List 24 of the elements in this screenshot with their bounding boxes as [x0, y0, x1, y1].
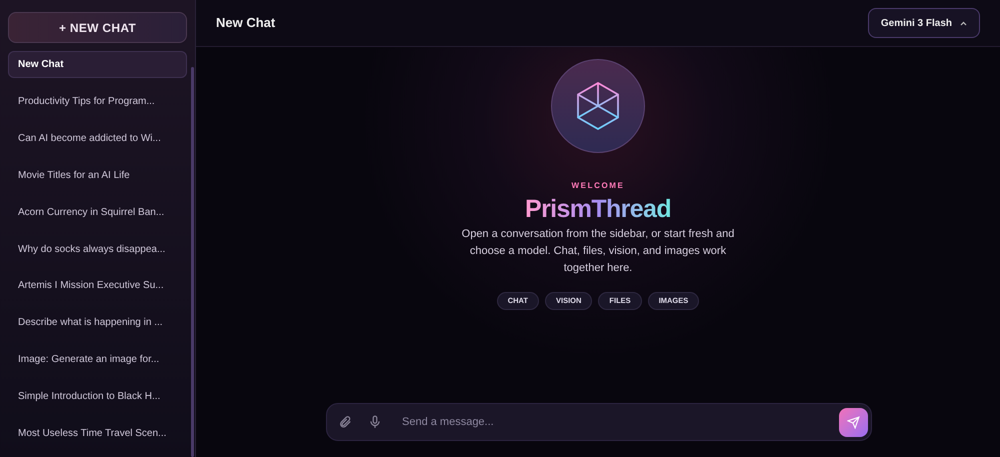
- scrollbar[interactable]: [191, 67, 194, 457]
- chat-item[interactable]: Acorn Currency in Squirrel Ban...: [8, 198, 187, 226]
- cube-icon: [576, 81, 620, 131]
- chat-item[interactable]: Movie Titles for an AI Life: [8, 162, 187, 189]
- welcome-label: WELCOME: [572, 180, 624, 192]
- model-button[interactable]: Gemini 3 Flash: [868, 8, 980, 38]
- chat-item[interactable]: Can AI become addicted to Wi...: [8, 124, 187, 152]
- chat-item[interactable]: New Chat: [8, 51, 187, 78]
- chat-item[interactable]: Most Useless Time Travel Scen...: [8, 420, 187, 447]
- chat-item[interactable]: Simple Introduction to Black H...: [8, 383, 187, 410]
- send-icon: [847, 416, 860, 428]
- send-button[interactable]: [839, 408, 868, 436]
- caret-icon: [960, 20, 967, 26]
- chat-item[interactable]: Describe what is happening in ...: [8, 309, 187, 336]
- chat-item[interactable]: Productivity Tips for Program...: [8, 88, 187, 115]
- chat-item[interactable]: Why do socks always disappea...: [8, 236, 187, 262]
- chat-item[interactable]: Image: Generate an image for...: [8, 346, 187, 374]
- paperclip-icon[interactable]: [338, 415, 352, 429]
- microphone-icon[interactable]: [368, 415, 382, 429]
- chat-title: New Chat: [216, 14, 276, 32]
- message-input[interactable]: Send a message...: [326, 403, 872, 441]
- welcome-description: Open a conversation from the sidebar, or start fresh and choose a model. Chat, files, vision, and images work together here.: [460, 227, 736, 276]
- chat-item[interactable]: Artemis I Mission Executive Su...: [8, 272, 187, 300]
- new-chat-button[interactable]: + NEW CHAT: [8, 12, 187, 43]
